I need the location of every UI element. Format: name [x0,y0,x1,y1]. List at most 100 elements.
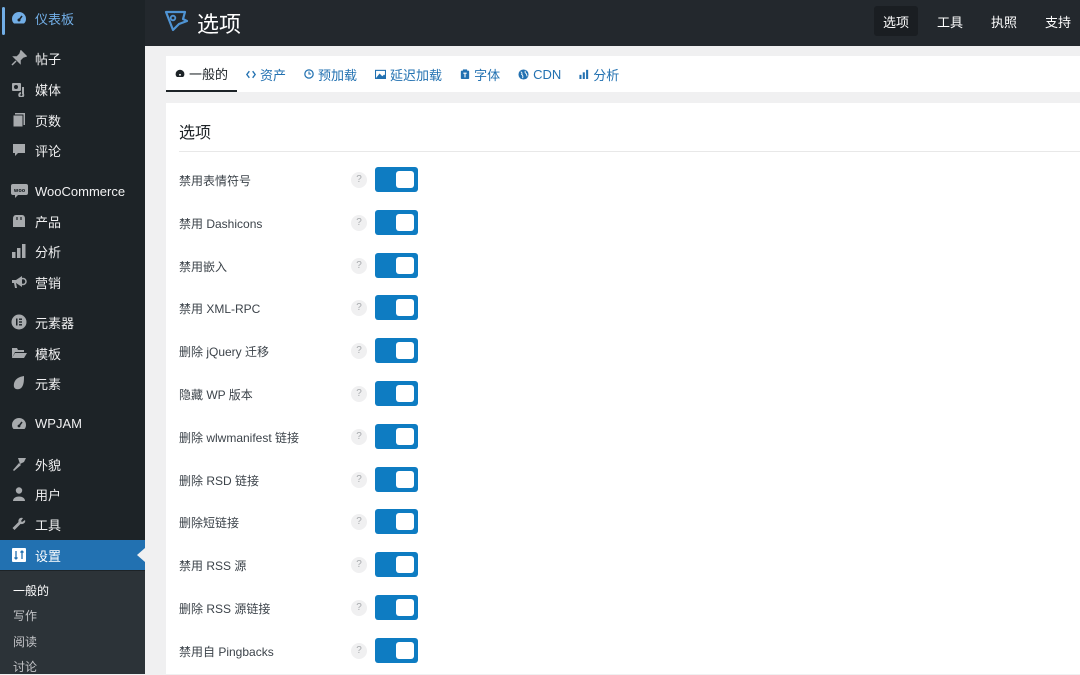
option-label: 禁用 RSS 源 [179,559,247,574]
help-icon[interactable]: ? [351,172,367,188]
toggle-knob [396,513,414,531]
option-label: 禁用嵌入 [179,259,228,274]
help-icon[interactable]: ? [351,642,367,659]
options-panel: 选项 禁用表情符号? 禁用 Dashicons? 禁用嵌入? 禁用 XML-RPC? 删… [166,103,1080,674]
help-icon[interactable]: ? [351,386,367,402]
sidebar-item-label: 模板 [35,346,62,362]
option-toggle[interactable] [375,338,418,364]
dashboard-icon [9,8,29,28]
tab-general[interactable]: 一般的 [166,56,238,92]
toggle-knob [396,256,414,274]
sidebar-item-woocommerce[interactable]: woo WooCommerce [0,176,145,206]
sidebar-item-dashboard[interactable]: 仪表板 [0,3,145,35]
option-label: 禁用 XML-RPC [179,302,261,317]
nav-tools[interactable]: 工具 [928,6,972,36]
woo-icon: woo [9,181,29,201]
option-row: 删除短链接? [179,509,439,535]
sidebar-item-settings[interactable]: 设置 [0,540,145,570]
sidebar-item-marketing[interactable]: 营销 [0,267,145,297]
option-toggle[interactable] [375,552,418,578]
sidebar-item-tools[interactable]: 工具 [0,509,145,539]
option-label: 隐藏 WP 版本 [179,388,253,402]
option-toggle[interactable] [375,509,418,535]
sidebar-item-wpjam[interactable]: WPJAM [0,408,145,438]
sidebar-item-media[interactable]: 媒体 [0,74,145,104]
sidebar-item-pages[interactable]: 页数 [0,105,145,135]
sidebar-item-label: 营销 [35,275,62,291]
option-label: 禁用 Dashicons [179,216,263,231]
folder-icon [9,343,29,363]
option-toggle[interactable] [375,381,418,406]
option-label: 删除 wlwmanifest 链接 [179,430,300,445]
option-row: 删除 RSS 源链接? [179,595,439,621]
dashboard-icon [175,69,185,78]
option-toggle[interactable] [375,209,418,235]
help-icon[interactable]: ? [351,514,367,531]
sidebar-item-label: 分析 [35,244,62,260]
option-row: 隐藏 WP 版本? [179,381,439,407]
sidebar-item-comments[interactable]: 评论 [0,135,145,165]
sidebar-item-label: WPJAM [35,415,82,431]
sidebar-item-appearance[interactable]: 外貌 [0,449,145,479]
option-toggle[interactable] [375,637,418,663]
help-icon[interactable]: ? [351,428,367,445]
tab-analytics[interactable]: 分析 [570,56,628,92]
toggle-knob [396,342,414,360]
option-toggle[interactable] [375,252,418,278]
header-nav: 选项 工具 执照 支持 [864,6,1080,36]
option-label: 删除 RSS 源链接 [179,602,271,616]
tab-label: 字体 [474,67,501,83]
submenu-item-reading[interactable]: 阅读 [13,633,37,650]
sidebar-item-products[interactable]: 产品 [0,206,145,236]
tab-assets[interactable]: 资产 [237,56,295,92]
nav-options[interactable]: 选项 [873,6,918,36]
submenu-item-discussion[interactable]: 讨论 [13,658,37,675]
sidebar-item-posts[interactable]: 帖子 [0,43,145,73]
pages-icon [9,110,29,130]
divider [179,151,1080,152]
help-icon[interactable]: ? [351,471,367,488]
option-toggle[interactable] [375,167,418,192]
tab-fonts[interactable]: 字体 [451,56,509,92]
submenu-item-writing[interactable]: 写作 [13,607,37,624]
toggle-knob [396,213,414,231]
sidebar-item-users[interactable]: 用户 [0,479,145,509]
option-row: 禁用 Dashicons? [179,209,439,236]
sidebar-item-label: 元素器 [35,315,75,331]
nav-license[interactable]: 执照 [982,6,1026,36]
option-toggle[interactable] [375,466,418,492]
sidebar-item-elementor[interactable]: 元素器 [0,307,145,337]
sidebar-item-label: 设置 [35,548,62,564]
pin-icon [9,48,29,68]
help-icon[interactable]: ? [351,300,367,317]
code-icon [246,70,257,79]
tab-preload[interactable]: 预加载 [295,56,366,92]
sidebar-item-analytics[interactable]: 分析 [0,236,145,266]
help-icon[interactable]: ? [351,343,367,360]
tab-label: 分析 [593,67,620,83]
sidebar-item-templates[interactable]: 模板 [0,338,145,368]
option-row: 删除 RSD 链接? [179,466,439,493]
submenu-item-general[interactable]: 一般的 [13,582,49,599]
sidebar-item-elements[interactable]: 元素 [0,368,145,398]
tab-cdn[interactable]: CDN [509,56,570,92]
option-toggle[interactable] [375,423,418,449]
help-icon[interactable]: ? [351,600,367,616]
sidebar-item-label: 元素 [35,376,62,392]
option-toggle[interactable] [375,295,418,321]
leaf-icon [9,373,29,393]
nav-support[interactable]: 支持 [1036,6,1080,36]
tab-lazy-load[interactable]: 延迟加载 [366,56,451,92]
section-title: 选项 [179,125,212,142]
bar-chart-icon [579,69,589,79]
help-icon[interactable]: ? [351,557,367,574]
gauge-icon [9,413,29,433]
help-icon[interactable]: ? [351,257,367,274]
tab-label: 一般的 [189,66,229,82]
help-icon[interactable]: ? [351,214,367,231]
toggle-knob [396,385,414,402]
user-icon [9,484,29,504]
brush-icon [9,454,29,474]
option-label: 删除 RSD 链接 [179,473,260,488]
option-toggle[interactable] [375,595,418,620]
